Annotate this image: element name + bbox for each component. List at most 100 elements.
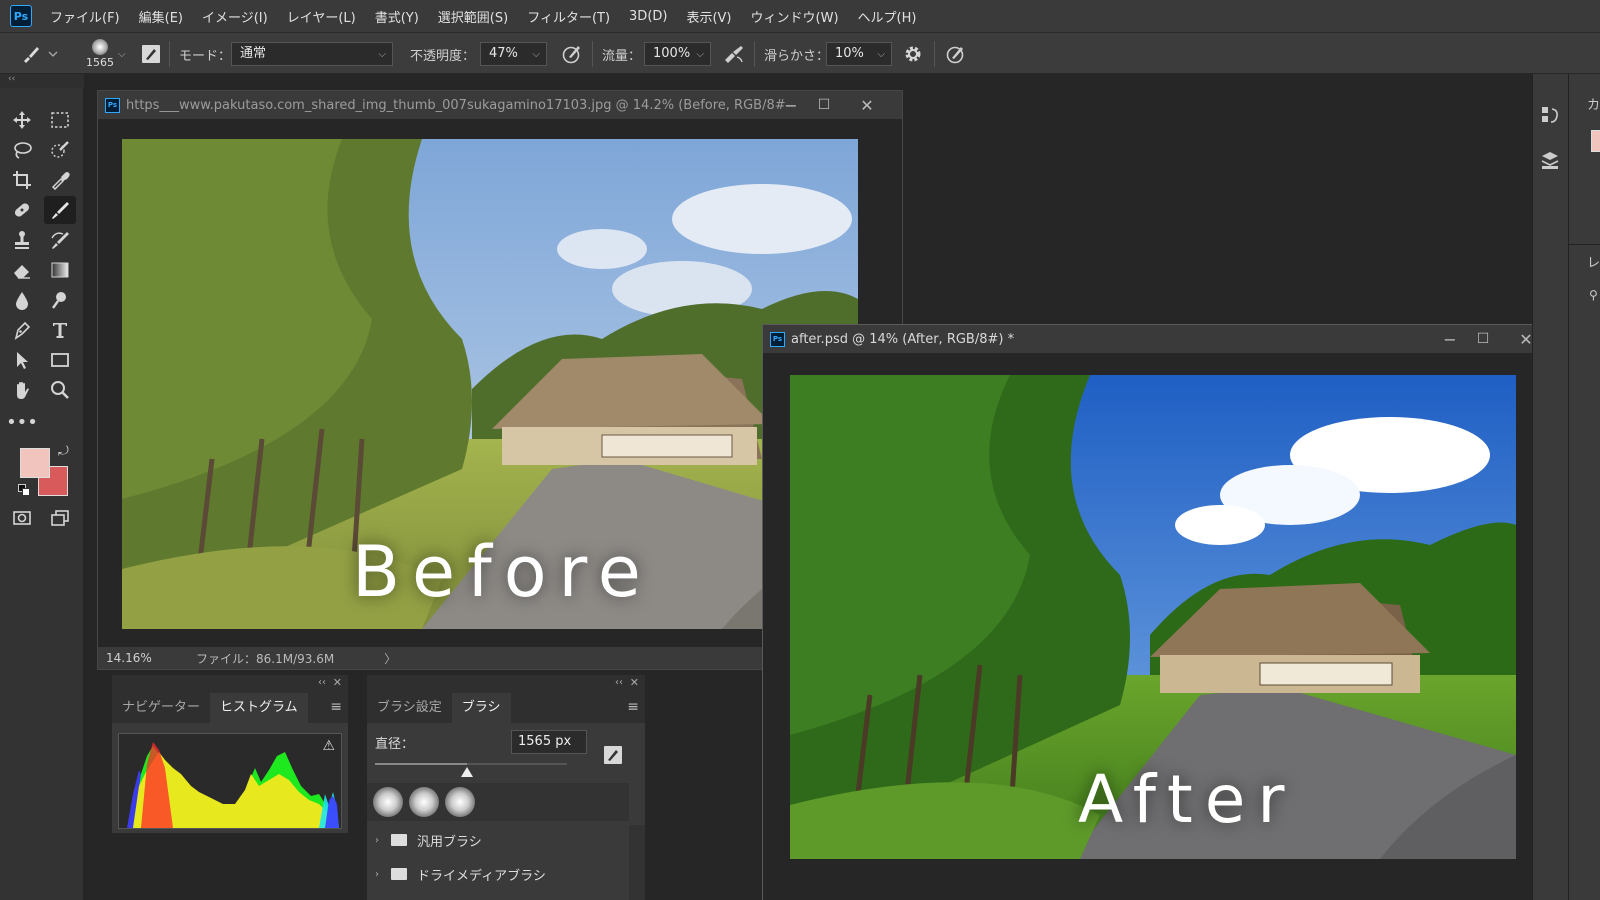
- clone-stamp-tool[interactable]: [6, 226, 38, 254]
- recent-brush-3[interactable]: [445, 787, 475, 817]
- hand-tool[interactable]: [6, 376, 38, 404]
- mode-select[interactable]: 通常 ⌵: [231, 42, 393, 66]
- opacity-input[interactable]: 47% ⌵: [480, 42, 547, 66]
- quick-selection-tool[interactable]: [44, 136, 76, 164]
- tab-histogram[interactable]: ヒストグラム: [210, 693, 308, 723]
- recent-brush-2[interactable]: [409, 787, 439, 817]
- libraries-panel-button[interactable]: [1539, 150, 1561, 176]
- panel-tab-color[interactable]: カ: [1587, 94, 1600, 113]
- menu-help[interactable]: ヘルプ(H): [858, 7, 917, 26]
- path-selection-tool[interactable]: [6, 346, 38, 374]
- folder-general-brushes[interactable]: › 汎用ブラシ: [375, 829, 482, 851]
- brush-list-scrollbar[interactable]: [629, 825, 645, 900]
- warning-icon[interactable]: ⚠: [322, 738, 335, 754]
- status-menu-arrow[interactable]: 〉: [384, 650, 396, 667]
- maximize-button[interactable]: ☐: [1468, 325, 1498, 353]
- chevron-right-icon: ›: [375, 868, 379, 880]
- blur-tool[interactable]: [6, 286, 38, 314]
- properties-panel-button[interactable]: [1539, 104, 1561, 130]
- recent-brush-1[interactable]: [373, 787, 403, 817]
- canvas-area-after[interactable]: After: [763, 353, 1557, 900]
- screen-mode-icon: [51, 510, 69, 526]
- eyedropper-tool[interactable]: [44, 166, 76, 194]
- folder-icon: [391, 868, 407, 880]
- reset-brush-button[interactable]: [603, 745, 623, 769]
- tab-brushes[interactable]: ブラシ: [451, 693, 511, 723]
- menu-type[interactable]: 書式(Y): [375, 7, 419, 26]
- foreground-color-swatch[interactable]: [20, 448, 50, 478]
- menu-file[interactable]: ファイル(F): [50, 7, 120, 26]
- menu-layer[interactable]: レイヤー(L): [287, 7, 356, 26]
- mode-value: 通常: [240, 46, 267, 61]
- menu-3d[interactable]: 3D(D): [629, 9, 667, 24]
- close-panel-button[interactable]: ✕: [630, 676, 639, 689]
- history-brush-tool[interactable]: [44, 226, 76, 254]
- gradient-tool[interactable]: [44, 256, 76, 284]
- type-tool[interactable]: [44, 316, 76, 344]
- crop-tool[interactable]: [6, 166, 38, 194]
- close-button[interactable]: ✕: [852, 91, 882, 119]
- symmetry-button[interactable]: [944, 33, 966, 75]
- panel-tab-layers[interactable]: レ: [1587, 252, 1600, 271]
- color-panel-swatch[interactable]: [1591, 130, 1600, 152]
- healing-brush-tool[interactable]: [6, 196, 38, 224]
- brush-settings-toggle[interactable]: [141, 33, 161, 75]
- pen-tool[interactable]: [6, 316, 38, 344]
- panel-menu-icon[interactable]: ≡: [330, 699, 342, 715]
- toolbar-collapse-strip[interactable]: ‹‹: [0, 74, 84, 88]
- menu-window[interactable]: ウィンドウ(W): [751, 7, 839, 26]
- maximize-button[interactable]: ☐: [809, 91, 839, 119]
- lasso-tool[interactable]: [6, 136, 38, 164]
- smoothing-options-button[interactable]: [902, 33, 924, 75]
- menu-view[interactable]: 表示(V): [686, 7, 731, 26]
- photo-after: After: [790, 375, 1516, 859]
- histogram-panel: ‹‹ ✕ ナビゲーター ヒストグラム ≡ ⚠: [111, 674, 349, 834]
- menu-filter[interactable]: フィルター(T): [527, 7, 610, 26]
- smoothing-input[interactable]: 10% ⌵: [826, 42, 892, 66]
- diameter-slider-track[interactable]: [375, 763, 567, 777]
- dodge-tool[interactable]: [44, 286, 76, 314]
- swap-colors-icon[interactable]: ⤾: [58, 444, 69, 459]
- quick-mask-button[interactable]: [6, 504, 38, 532]
- collapse-panel-button[interactable]: ‹‹: [318, 677, 326, 688]
- rectangle-tool[interactable]: [44, 346, 76, 374]
- move-tool[interactable]: [6, 106, 38, 134]
- menu-select[interactable]: 選択範囲(S): [438, 7, 508, 26]
- brush-tool[interactable]: [44, 196, 76, 224]
- minimize-button[interactable]: −: [776, 91, 806, 119]
- eraser-tool[interactable]: [6, 256, 38, 284]
- diameter-input[interactable]: 1565 px: [511, 730, 587, 754]
- document-title-after: after.psd @ 14% (After, RGB/8#) *: [791, 331, 1015, 347]
- after-overlay-text: After: [1078, 761, 1297, 838]
- brush-preset-picker[interactable]: 1565: [86, 33, 114, 75]
- brush-icon: [24, 47, 58, 63]
- tool-preset-picker[interactable]: [20, 33, 58, 75]
- eraser-icon: [14, 265, 30, 279]
- tab-navigator[interactable]: ナビゲーター: [112, 693, 210, 723]
- folder-dry-media-brushes[interactable]: › ドライメディアブラシ: [375, 863, 546, 885]
- opacity-pressure-button[interactable]: [560, 33, 582, 75]
- marquee-tool[interactable]: [44, 106, 76, 134]
- app-logo[interactable]: Ps: [10, 5, 32, 27]
- collapse-panel-button[interactable]: ‹‹: [615, 677, 623, 688]
- zoom-level[interactable]: 14.16%: [106, 651, 188, 665]
- panel-menu-icon[interactable]: ≡: [627, 699, 639, 715]
- workspace-strip: [84, 74, 1532, 88]
- airbrush-button[interactable]: [722, 33, 746, 75]
- menu-image[interactable]: イメージ(I): [202, 7, 268, 26]
- close-panel-button[interactable]: ✕: [333, 676, 342, 689]
- search-icon[interactable]: ⚲: [1589, 288, 1598, 302]
- flow-input[interactable]: 100% ⌵: [644, 42, 711, 66]
- default-colors-icon[interactable]: [18, 484, 30, 496]
- path-select-icon: [17, 352, 28, 369]
- diameter-slider-thumb[interactable]: [461, 767, 474, 777]
- menu-edit[interactable]: 編集(E): [139, 7, 183, 26]
- tab-brush-settings[interactable]: ブラシ設定: [367, 693, 452, 723]
- zoom-tool[interactable]: [44, 376, 76, 404]
- minimize-button[interactable]: −: [1435, 325, 1465, 353]
- more-tools-button[interactable]: •••: [6, 408, 38, 436]
- screen-mode-button[interactable]: [44, 504, 76, 532]
- chevron-down-icon[interactable]: ⌵: [118, 33, 126, 75]
- move-icon: [13, 111, 31, 129]
- histogram-panel-tabs: ナビゲーター ヒストグラム: [112, 693, 348, 723]
